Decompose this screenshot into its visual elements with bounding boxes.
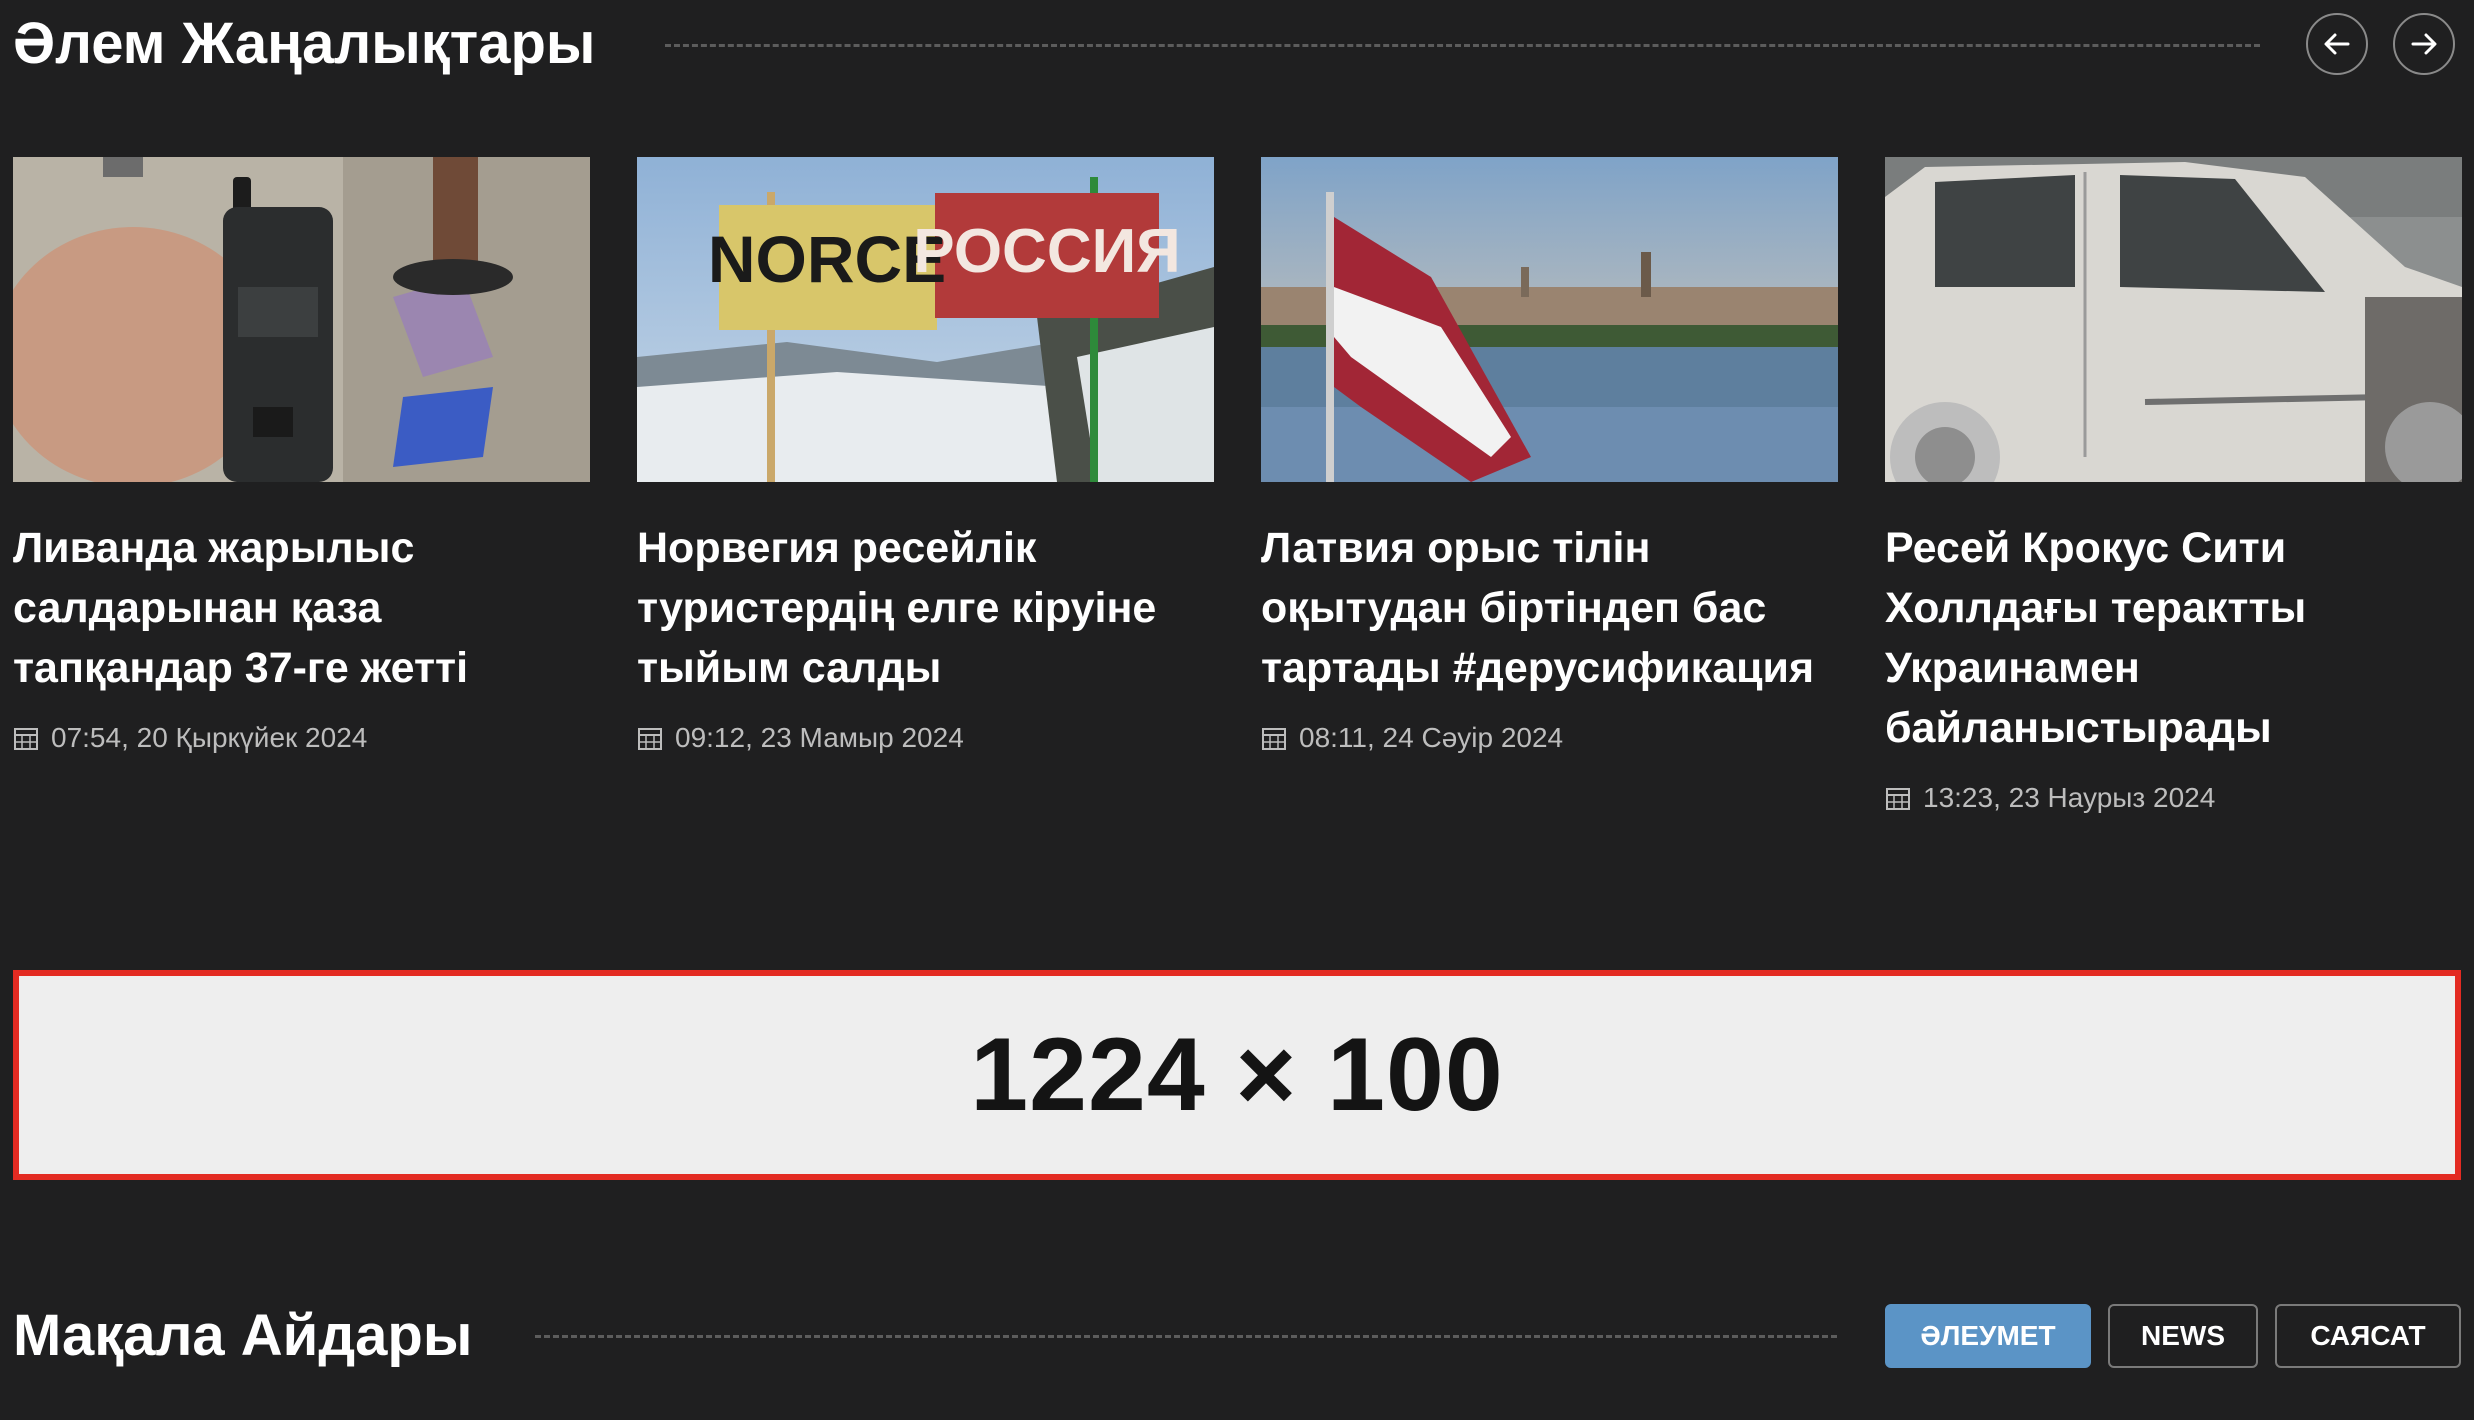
tab-news[interactable]: NEWS bbox=[2108, 1304, 2258, 1368]
news-card[interactable]: Латвия орыс тілін оқытудан біртіндеп бас… bbox=[1261, 157, 1838, 754]
news-card[interactable]: NORCE РОССИЯ Норвегия ресейлік туристерд… bbox=[637, 157, 1214, 754]
burned-car-photo[interactable] bbox=[1885, 157, 2462, 482]
news-card[interactable]: Ресей Крокус Сити Холлдағы терактты Укра… bbox=[1885, 157, 2462, 814]
pager-device-photo[interactable] bbox=[13, 157, 590, 482]
news-card-title[interactable]: Ливанда жарылыс салдарынан қаза тапқанда… bbox=[13, 518, 590, 698]
section-title-categories: Мақала Айдары bbox=[13, 1303, 473, 1368]
news-card-title[interactable]: Латвия орыс тілін оқытудан біртіндеп бас… bbox=[1261, 518, 1838, 698]
sign-left-text: NORCE bbox=[708, 222, 946, 296]
ad-banner-text: 1224 × 100 bbox=[970, 1016, 1504, 1133]
calendar-icon bbox=[1262, 728, 1286, 750]
tab-aleumet[interactable]: ӘЛЕУМЕТ bbox=[1885, 1304, 2091, 1368]
latvian-flag-photo[interactable] bbox=[1261, 157, 1838, 482]
arrow-left-icon bbox=[2324, 33, 2350, 55]
news-card-date: 08:11, 24 Сәуір 2024 bbox=[1261, 722, 1838, 754]
news-card-date: 13:23, 23 Наурыз 2024 bbox=[1885, 782, 2462, 814]
border-sign-photo[interactable]: NORCE РОССИЯ bbox=[637, 157, 1214, 482]
arrow-right-icon bbox=[2411, 33, 2437, 55]
news-card-title[interactable]: Ресей Крокус Сити Холлдағы терактты Укра… bbox=[1885, 518, 2462, 758]
sign-right-text: РОССИЯ bbox=[913, 217, 1180, 286]
carousel-next-button[interactable] bbox=[2393, 13, 2455, 75]
news-card-title[interactable]: Норвегия ресейлік туристердің елге кіруі… bbox=[637, 518, 1214, 698]
calendar-icon bbox=[1886, 788, 1910, 810]
news-card[interactable]: Ливанда жарылыс салдарынан қаза тапқанда… bbox=[13, 157, 590, 754]
section-title-world-news: Әлем Жаңалықтары bbox=[13, 11, 596, 76]
news-card-date-text: 13:23, 23 Наурыз 2024 bbox=[1923, 782, 2216, 813]
calendar-icon bbox=[14, 728, 38, 750]
carousel-prev-button[interactable] bbox=[2306, 13, 2368, 75]
news-card-date-text: 07:54, 20 Қыркүйек 2024 bbox=[51, 722, 368, 753]
news-card-date: 09:12, 23 Мамыр 2024 bbox=[637, 722, 1214, 754]
news-card-date-text: 09:12, 23 Мамыр 2024 bbox=[675, 722, 964, 753]
section-divider bbox=[665, 44, 2260, 47]
tab-sayasat[interactable]: САЯСАТ bbox=[2275, 1304, 2461, 1368]
ad-banner[interactable]: 1224 × 100 bbox=[13, 970, 2461, 1180]
news-card-date-text: 08:11, 24 Сәуір 2024 bbox=[1299, 722, 1564, 753]
calendar-icon bbox=[638, 728, 662, 750]
news-card-date: 07:54, 20 Қыркүйек 2024 bbox=[13, 722, 590, 754]
section-divider bbox=[535, 1335, 1837, 1338]
